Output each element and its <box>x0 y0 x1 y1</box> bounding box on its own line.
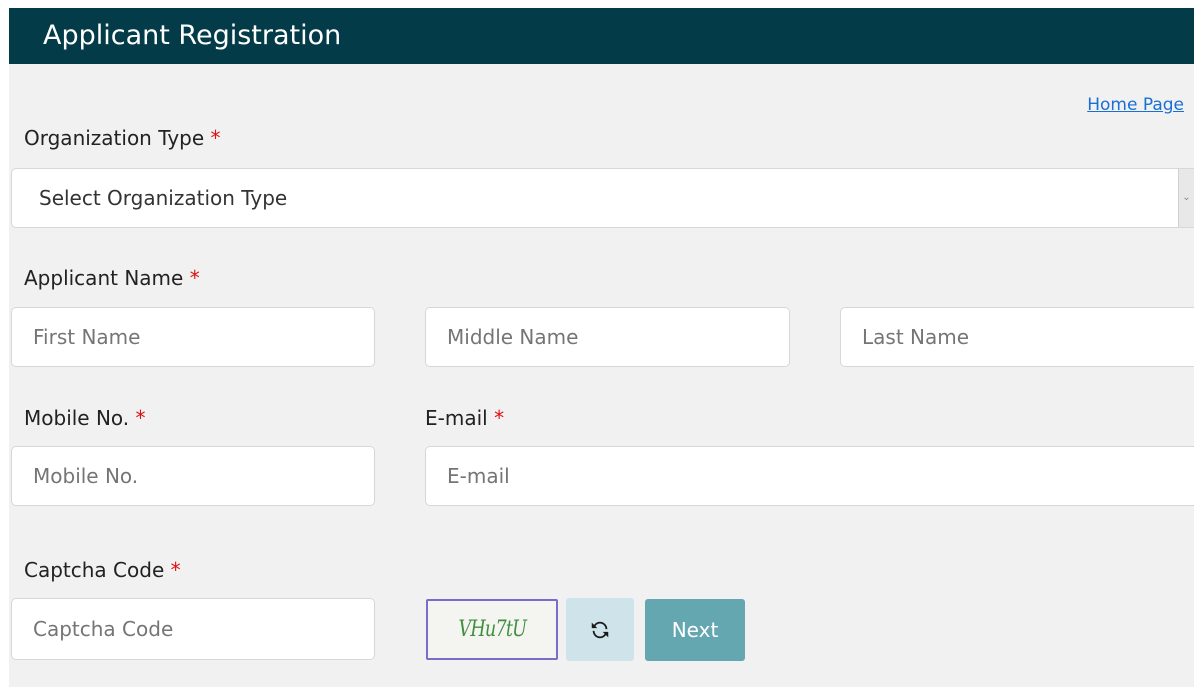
required-marker: * <box>170 558 181 582</box>
middle-name-input[interactable]: Middle Name <box>425 307 790 367</box>
required-marker: * <box>494 406 505 430</box>
refresh-captcha-button[interactable] <box>566 598 634 661</box>
org-type-label: Organization Type * <box>24 126 221 150</box>
refresh-icon <box>591 621 609 638</box>
next-button[interactable]: Next <box>645 599 745 661</box>
captcha-label: Captcha Code * <box>24 558 181 582</box>
page-title: Applicant Registration <box>43 20 342 51</box>
last-name-input[interactable]: Last Name <box>840 307 1194 367</box>
required-marker: * <box>189 266 200 290</box>
mobile-input[interactable]: Mobile No. <box>11 446 375 506</box>
applicant-name-label: Applicant Name * <box>24 266 200 290</box>
chevron-down-icon: ⌄ <box>1178 169 1194 227</box>
first-name-input[interactable]: First Name <box>11 307 375 367</box>
required-marker: * <box>210 126 221 150</box>
home-page-link[interactable]: Home Page <box>1087 95 1184 115</box>
required-marker: * <box>135 406 146 430</box>
captcha-text: VHu7tU <box>458 617 526 642</box>
captcha-input[interactable]: Captcha Code <box>11 598 375 660</box>
org-type-select[interactable]: Select Organization Type ⌄ <box>11 168 1194 228</box>
mobile-label: Mobile No. * <box>24 406 146 430</box>
registration-panel: Applicant Registration Home Page Organiz… <box>9 8 1194 687</box>
email-label: E-mail * <box>425 406 505 430</box>
page-header: Applicant Registration <box>9 8 1194 64</box>
email-input[interactable]: E-mail <box>425 446 1194 506</box>
captcha-image: VHu7tU <box>426 599 558 660</box>
